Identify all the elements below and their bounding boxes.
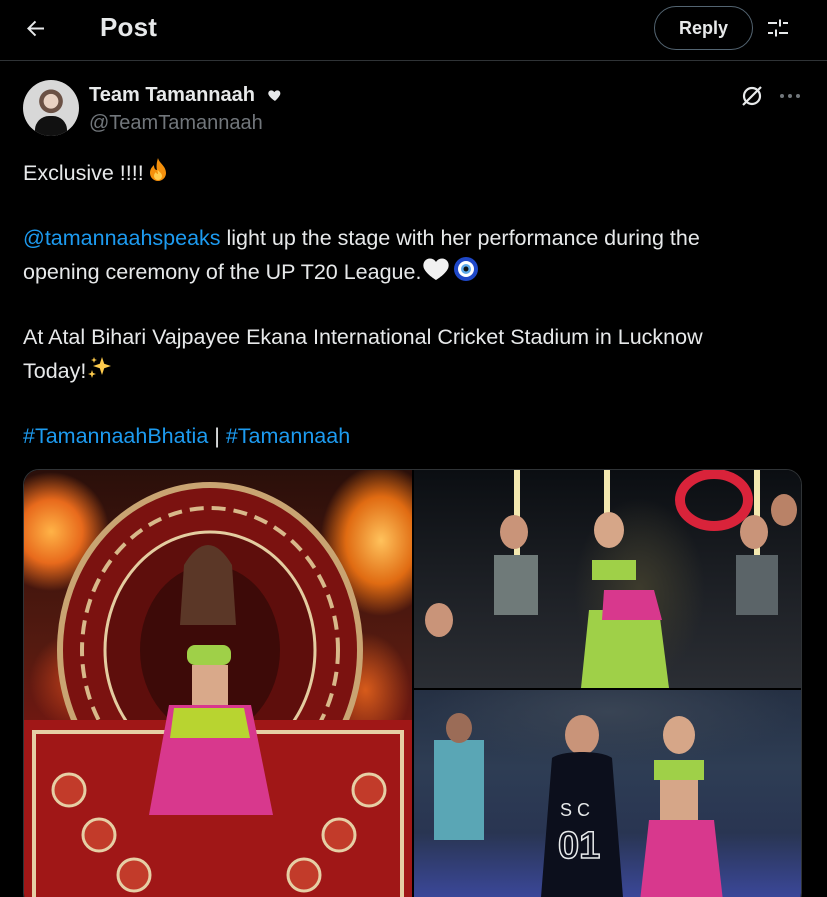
header-divider xyxy=(0,60,827,61)
back-button[interactable] xyxy=(18,10,54,46)
top-bar: Post Reply xyxy=(0,0,827,56)
tweet-line: Exclusive !!!! xyxy=(23,156,172,194)
arrow-left-icon xyxy=(27,20,44,37)
reply-button[interactable]: Reply xyxy=(654,6,753,50)
nazar-amulet-emoji-icon xyxy=(451,255,481,293)
tweet-text: opening ceremony of the UP T20 League. xyxy=(23,260,422,284)
fire-emoji-icon xyxy=(144,156,172,194)
photo-performer-throne[interactable] xyxy=(24,470,412,897)
photo-dance-troupe[interactable] xyxy=(414,470,801,688)
photo-stadium-walk[interactable]: S C 01 xyxy=(414,690,801,897)
tweet-line: opening ceremony of the UP T20 League. xyxy=(23,255,481,293)
author-display-name[interactable]: Team Tamannaah xyxy=(89,84,255,107)
tweet-text: Today! xyxy=(23,359,87,383)
separator-text: | xyxy=(208,424,226,448)
svg-text:S C: S C xyxy=(560,800,590,820)
grok-icon[interactable] xyxy=(738,82,766,110)
more-options-icon[interactable] xyxy=(776,82,804,110)
tweet-line: Today! xyxy=(23,354,114,392)
tweet-text: At Atal Bihari Vajpayee Ekana Internatio… xyxy=(23,325,703,349)
tweet-line: @tamannaahspeaks light up the stage with… xyxy=(23,222,700,255)
tweet-line: #TamannaahBhatia | #Tamannaah xyxy=(23,420,350,453)
tweet-text-exclusive: Exclusive !!!! xyxy=(23,161,144,185)
hashtag-link[interactable]: #Tamannaah xyxy=(226,424,350,448)
tweet-text: light up the stage with her performance … xyxy=(220,226,700,250)
author-handle[interactable]: @TeamTamannaah xyxy=(89,112,263,135)
svg-text:01: 01 xyxy=(558,825,600,867)
hashtag-link[interactable]: #TamannaahBhatia xyxy=(23,424,208,448)
mention-link[interactable]: @tamannaahspeaks xyxy=(23,226,221,250)
settings-button[interactable] xyxy=(760,10,796,46)
media-grid: S C 01 xyxy=(23,469,802,897)
white-heart-emoji-icon xyxy=(421,255,451,293)
heart-icon xyxy=(268,90,281,101)
tweet-line: At Atal Bihari Vajpayee Ekana Internatio… xyxy=(23,321,703,354)
page-title: Post xyxy=(100,12,158,42)
sliders-icon xyxy=(768,19,788,37)
avatar[interactable] xyxy=(23,80,79,136)
sparkles-emoji-icon xyxy=(86,354,114,392)
